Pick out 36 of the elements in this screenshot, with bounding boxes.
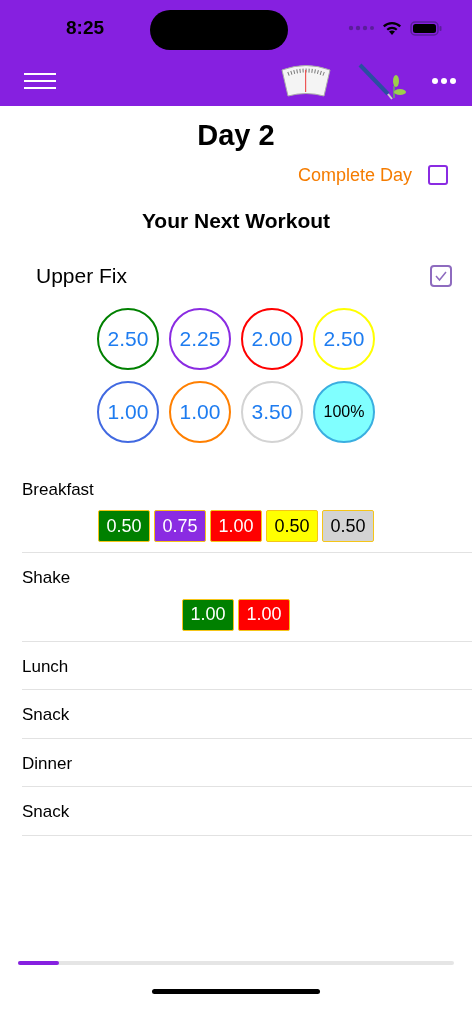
portion-chip[interactable]: 1.00 [238,598,290,631]
section-title: Your Next Workout [140,207,332,234]
meal-name: Dinner [22,752,74,775]
container-count[interactable]: 2.50 [313,307,375,370]
container-count[interactable]: 2.50 [97,307,159,370]
meal-name: Lunch [22,655,70,678]
portion-chip[interactable]: 1.00 [182,598,234,631]
portion-chip[interactable]: 0.50 [322,510,374,542]
status-time: 8:25 [66,15,105,40]
scale-icon[interactable] [280,64,332,98]
workout-name: Upper Fix [36,263,128,289]
portion-chip[interactable]: 0.75 [154,510,206,542]
workout-checkbox[interactable] [430,264,452,287]
container-count[interactable]: 3.50 [241,380,303,443]
signal-icon [348,25,374,31]
day-title: Day 2 [196,118,276,153]
pen-sprout-icon[interactable] [356,62,408,100]
container-count[interactable]: 1.00 [97,380,159,443]
container-count[interactable]: 2.00 [241,307,303,370]
meal-name: Snack [22,801,71,823]
portion-chip[interactable]: 1.00 [210,510,262,542]
portion-chip[interactable]: 0.50 [98,510,150,542]
check-icon [434,269,448,282]
wifi-icon [382,20,402,36]
container-count[interactable]: 1.00 [169,380,231,443]
portion-chip[interactable]: 0.50 [266,510,318,542]
menu-icon[interactable] [24,73,56,89]
meal-name: Snack [22,704,71,726]
complete-day-checkbox[interactable] [428,165,448,185]
container-count[interactable]: 2.25 [169,307,231,370]
complete-day-label: Complete Day [297,163,412,187]
container-count[interactable]: 100% [313,380,375,443]
more-icon[interactable] [432,78,456,84]
battery-icon [410,20,442,36]
meal-name: Breakfast [22,478,95,501]
meal-name: Shake [22,567,72,589]
